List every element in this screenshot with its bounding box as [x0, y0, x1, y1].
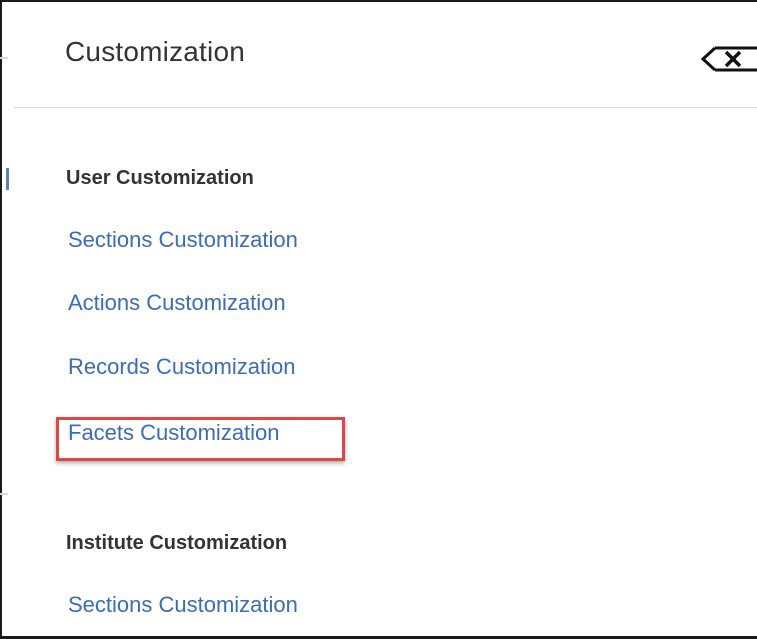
user-sections-customization-link[interactable]: Sections Customization	[68, 227, 298, 253]
user-customization-heading: User Customization	[66, 167, 254, 189]
screenshot-frame: Customization User Customization Section…	[0, 0, 757, 639]
institute-customization-heading: Institute Customization	[66, 532, 288, 554]
background-divider-fragment	[0, 57, 8, 59]
close-button[interactable]	[701, 46, 757, 72]
user-records-customization-link[interactable]: Records Customization	[68, 354, 295, 380]
background-divider-fragment	[0, 493, 8, 495]
panel-title: Customization	[65, 36, 246, 67]
institute-sections-customization-link[interactable]: Sections Customization	[68, 592, 298, 618]
frame-left-border	[0, 0, 2, 639]
panel-header: Customization	[14, 2, 757, 108]
highlight-annotation	[56, 417, 345, 461]
close-icon	[701, 46, 757, 72]
user-actions-customization-link[interactable]: Actions Customization	[68, 290, 286, 316]
background-link-fragment	[6, 168, 9, 190]
customization-panel: Customization User Customization Section…	[14, 2, 757, 636]
